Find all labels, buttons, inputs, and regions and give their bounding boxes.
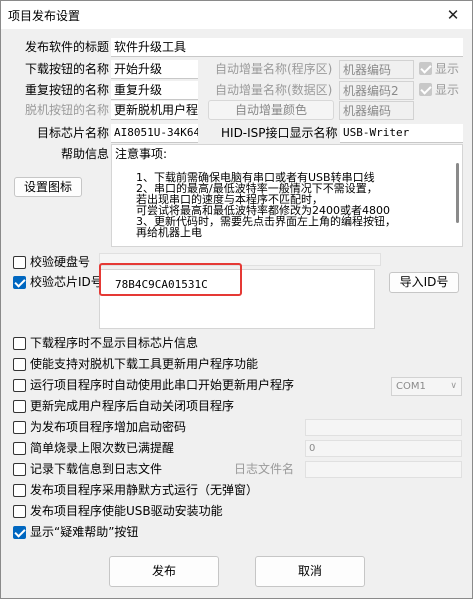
show2-checkbox[interactable]: [419, 83, 432, 96]
option-label: 记录下载信息到日志文件: [30, 462, 163, 476]
option-checkbox[interactable]: [13, 337, 26, 350]
auto-increment-program-input[interactable]: 机器编码: [339, 60, 414, 79]
show1-label: 显示: [435, 62, 460, 76]
highlight-box: [99, 263, 242, 296]
show1-checkbox[interactable]: [419, 62, 432, 75]
target-chip-input[interactable]: AI8051U-34K64: [111, 124, 198, 143]
option-label: 简单烧录上限次数已满提醒: [30, 441, 175, 455]
title-label: 发布软件的标题: [24, 40, 109, 54]
serial-port-value: COM1: [396, 381, 426, 392]
option-checkbox[interactable]: [13, 484, 26, 497]
option-row[interactable]: 记录下载信息到日志文件: [13, 461, 213, 479]
close-icon[interactable]: ✕: [440, 3, 466, 27]
import-id-button[interactable]: 导入ID号: [389, 272, 459, 293]
auto-increment-color-button[interactable]: 自动增量颜色: [208, 100, 334, 120]
option-row[interactable]: 运行项目程序时自动使用此串口开始更新用户程序: [13, 377, 313, 395]
help-heading: 注意事项:: [115, 147, 168, 161]
option-label: 更新完成用户程序后自动关闭项目程序: [30, 399, 235, 413]
option-row[interactable]: 发布项目程序使能USB驱动安装功能: [13, 503, 313, 521]
option-row[interactable]: 简单烧录上限次数已满提醒: [13, 440, 273, 458]
serial-port-select[interactable]: COM1 ∨: [391, 377, 462, 396]
option-label: 发布项目程序采用静默方式运行（无弹窗）: [30, 483, 259, 497]
cancel-button[interactable]: 取消: [255, 556, 365, 587]
option-checkbox[interactable]: [13, 526, 26, 539]
option-row[interactable]: 使能支持对脱机下载工具更新用户程序功能: [13, 356, 273, 374]
title-bar: 项目发布设置 ✕: [1, 1, 472, 29]
verify-chip-id-checkbox[interactable]: [13, 276, 26, 289]
set-icon-button[interactable]: 设置图标: [14, 177, 82, 197]
option-row[interactable]: 为发布项目程序增加启动密码: [13, 419, 273, 437]
option-checkbox[interactable]: [13, 505, 26, 518]
burn-limit-input[interactable]: 0: [305, 440, 462, 457]
option-checkbox[interactable]: [13, 379, 26, 392]
verify-disk-label: 校验硬盘号: [30, 255, 91, 269]
startup-password-input[interactable]: [305, 419, 462, 436]
option-label: 使能支持对脱机下载工具更新用户程序功能: [30, 357, 259, 371]
option-checkbox[interactable]: [13, 421, 26, 434]
project-publish-settings-dialog: 项目发布设置 ✕ 发布软件的标题 软件升级工具 下载按钮的名称 开始升级 自动增…: [0, 0, 473, 599]
retry-button-name-input[interactable]: 重复升级: [111, 81, 198, 100]
option-checkbox[interactable]: [13, 463, 26, 476]
verify-disk-checkbox[interactable]: [13, 256, 26, 269]
target-chip-label: 目标芯片名称: [36, 126, 109, 140]
help-info-textarea[interactable]: 注意事项: 1、下载前需确保电脑有串口或者有USB转串口线 2、串口的最高/最低…: [111, 144, 463, 247]
option-row[interactable]: 更新完成用户程序后自动关闭项目程序: [13, 398, 273, 416]
help-info-label: 帮助信息: [60, 147, 109, 161]
option-row[interactable]: 发布项目程序采用静默方式运行（无弹窗）: [13, 482, 313, 500]
option-label: 为发布项目程序增加启动密码: [30, 420, 187, 434]
option-checkbox[interactable]: [13, 442, 26, 455]
hid-isp-name-input[interactable]: USB-Writer: [340, 124, 463, 143]
publish-button[interactable]: 发布: [109, 556, 219, 587]
auto-increment-data-input[interactable]: 机器编码2: [339, 81, 414, 100]
download-button-label: 下载按钮的名称: [24, 62, 109, 76]
hid-isp-name-label: HID-ISP接口显示名称: [221, 126, 338, 140]
title-input[interactable]: 软件升级工具: [111, 38, 463, 57]
auto-increment-data-label: 自动增量名称(数据区): [215, 83, 333, 97]
offline-button-label: 脱机按钮的名称: [24, 103, 109, 117]
option-row[interactable]: 下载程序时不显示目标芯片信息: [13, 335, 273, 353]
chevron-down-icon: ∨: [450, 381, 457, 391]
option-label: 发布项目程序使能USB驱动安装功能: [30, 504, 223, 518]
option-row[interactable]: 显示“疑难帮助”按钮: [13, 524, 213, 542]
log-file-name-label: 日志文件名: [234, 462, 295, 476]
help-scrollbar[interactable]: [452, 145, 462, 246]
option-checkbox[interactable]: [13, 358, 26, 371]
option-label: 运行项目程序时自动使用此串口开始更新用户程序: [30, 378, 295, 392]
log-file-name-input[interactable]: [305, 461, 462, 478]
help-line: 再给机器上电: [136, 226, 202, 239]
download-button-name-input[interactable]: 开始升级: [111, 60, 198, 79]
machine-code-input[interactable]: 机器编码: [339, 101, 414, 120]
option-label: 下载程序时不显示目标芯片信息: [30, 336, 199, 350]
option-checkbox[interactable]: [13, 400, 26, 413]
offline-button-name-input[interactable]: 更新脱机用户程: [111, 101, 198, 120]
retry-button-label: 重复按钮的名称: [24, 83, 109, 97]
auto-increment-program-label: 自动增量名称(程序区): [215, 62, 333, 76]
option-label: 显示“疑难帮助”按钮: [30, 525, 139, 539]
window-title: 项目发布设置: [8, 9, 81, 23]
verify-chip-id-label: 校验芯片ID号: [30, 275, 103, 289]
help-scrollbar-thumb[interactable]: [456, 163, 459, 223]
show2-label: 显示: [435, 83, 460, 97]
